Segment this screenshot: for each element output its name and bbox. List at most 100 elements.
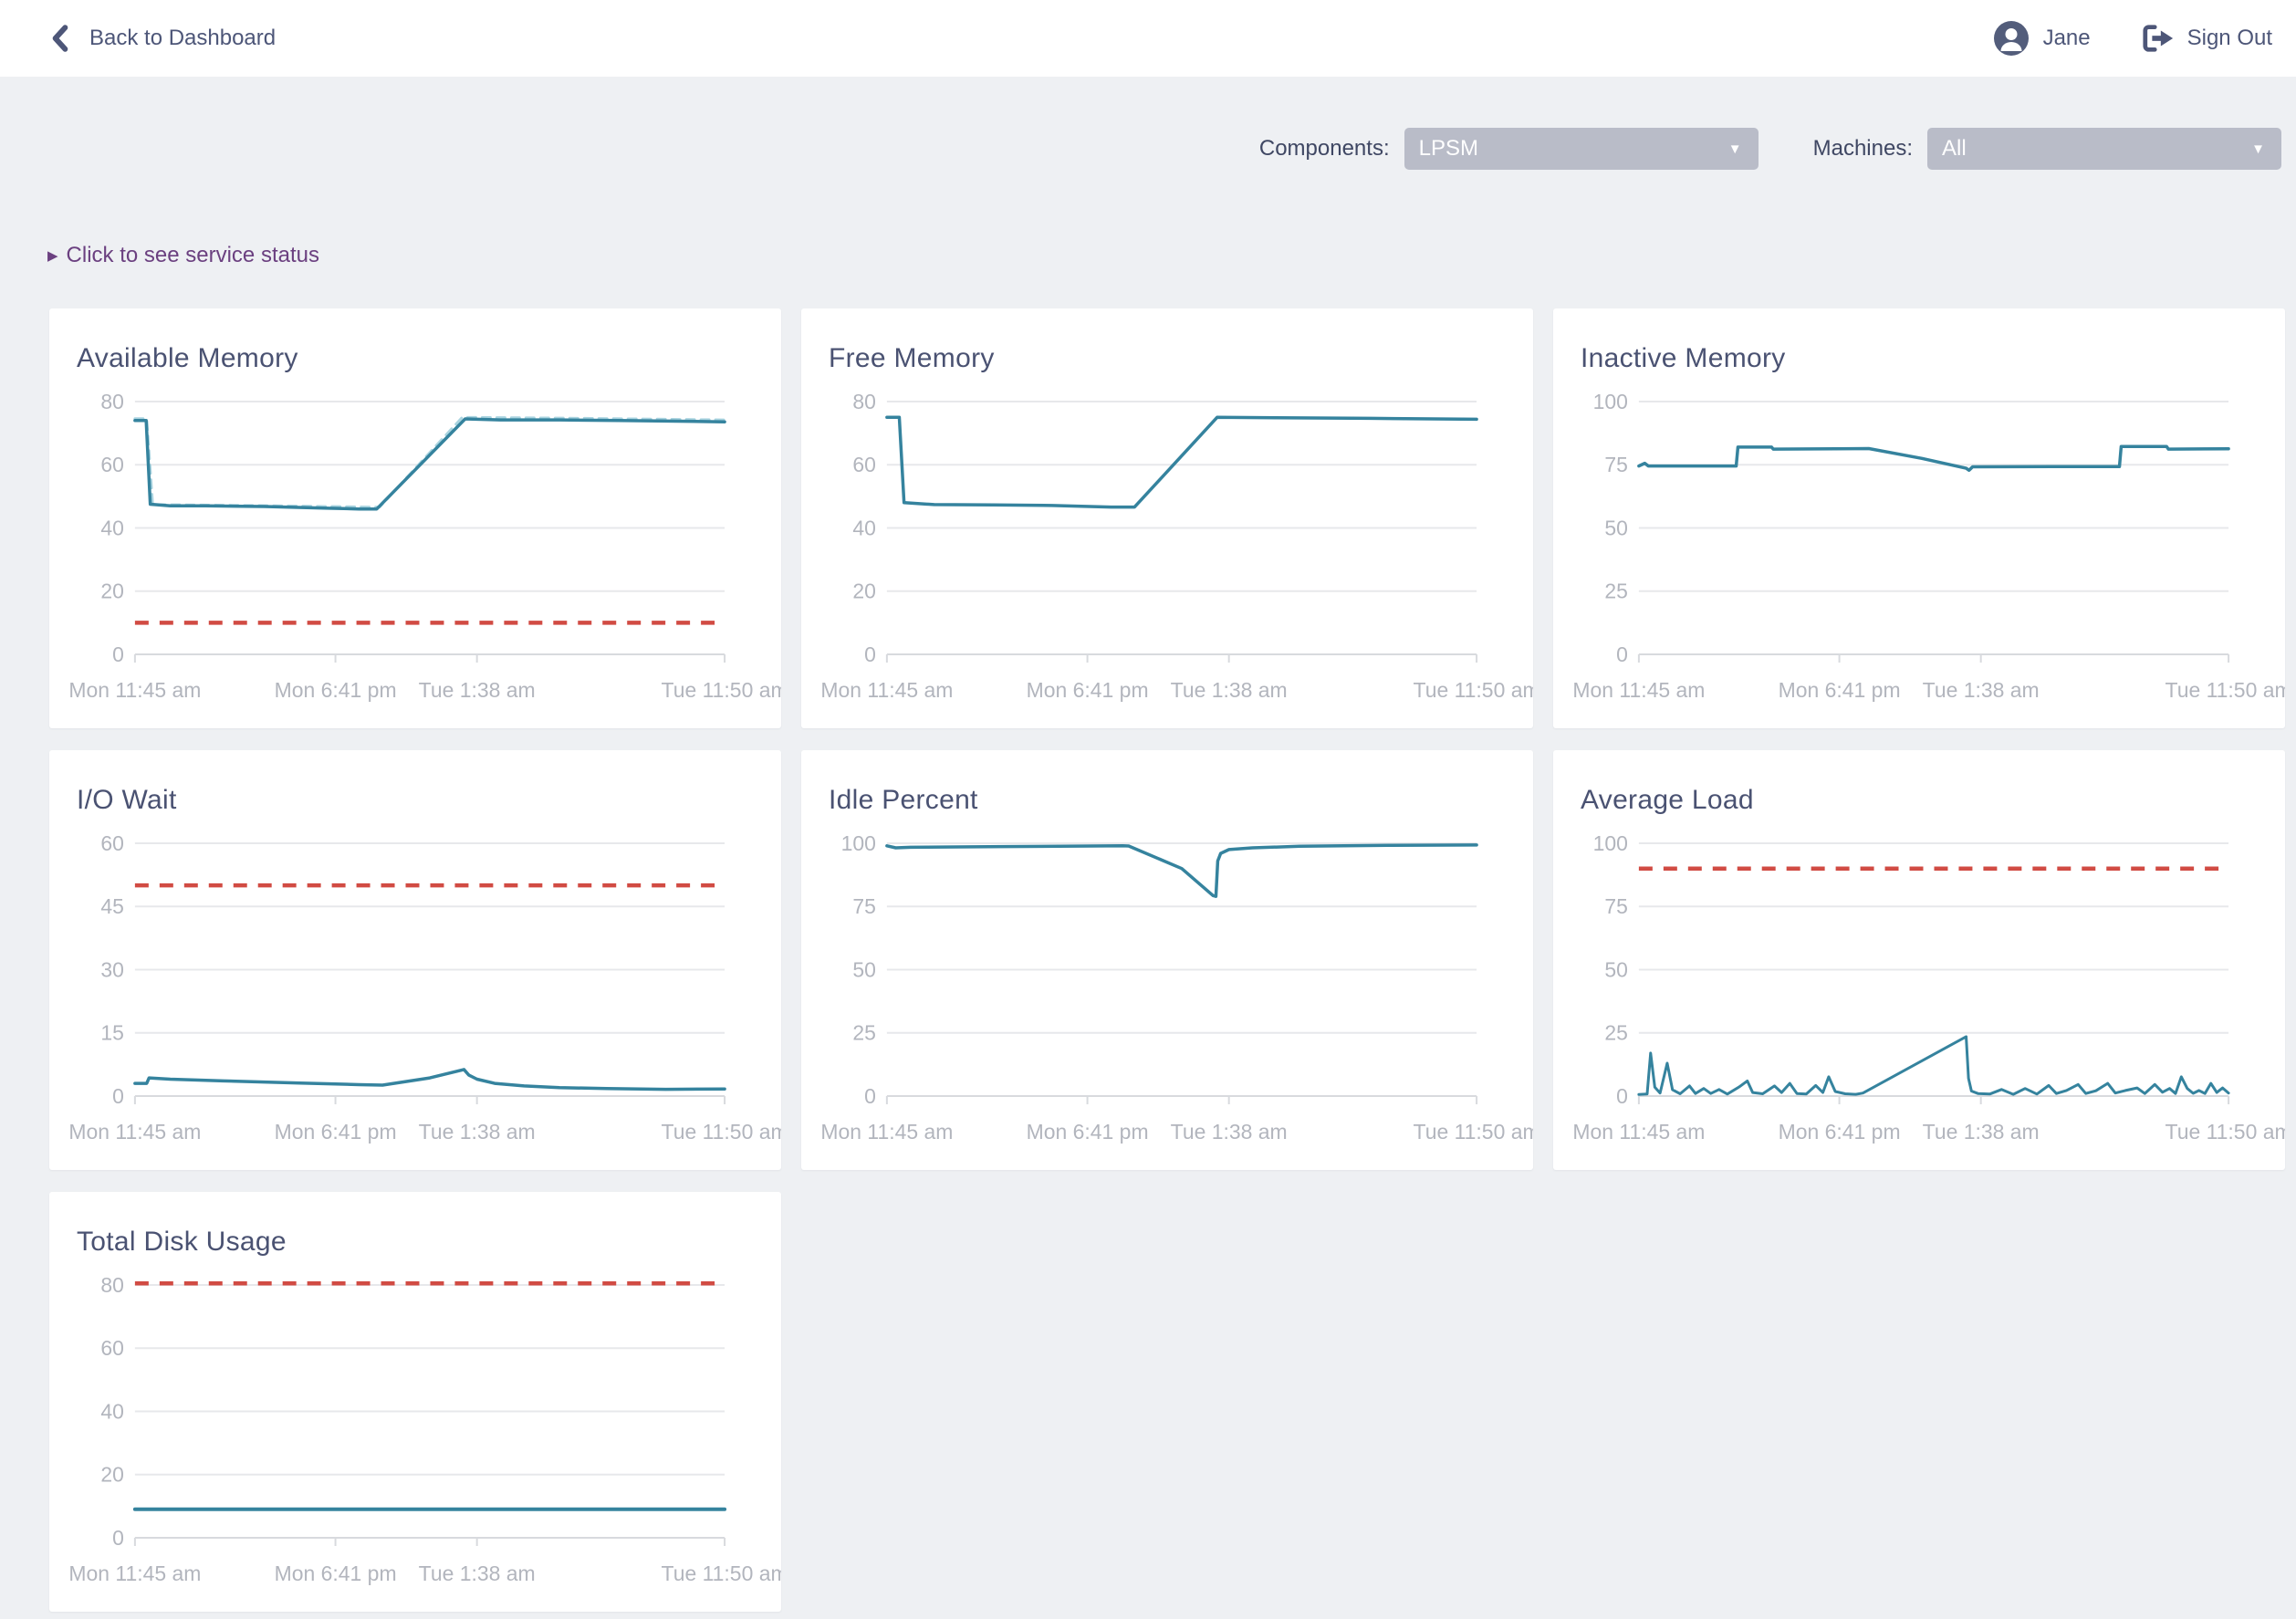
svg-text:0: 0 <box>1616 1084 1628 1108</box>
svg-text:Tue 11:50 am: Tue 11:50 am <box>662 678 781 702</box>
chart-canvas: 020406080Mon 11:45 amMon 6:41 pmTue 1:38… <box>49 1192 781 1612</box>
chart-card: Idle Percent0255075100Mon 11:45 amMon 6:… <box>801 750 1533 1170</box>
chart-card: Total Disk Usage020406080Mon 11:45 amMon… <box>49 1192 781 1612</box>
svg-text:Mon 6:41 pm: Mon 6:41 pm <box>1027 678 1149 702</box>
svg-text:Tue 11:50 am: Tue 11:50 am <box>1414 1120 1533 1144</box>
svg-text:75: 75 <box>1604 894 1628 918</box>
components-filter-group: Components: LPSM ▼ <box>1259 128 1759 170</box>
svg-text:Tue 11:50 am: Tue 11:50 am <box>662 1120 781 1144</box>
svg-text:40: 40 <box>852 516 876 539</box>
svg-text:15: 15 <box>100 1021 124 1045</box>
sign-out-button[interactable]: Sign Out <box>2142 23 2272 54</box>
triangle-right-icon: ▶ <box>47 249 58 263</box>
charts-grid: Available Memory020406080Mon 11:45 amMon… <box>49 308 2285 1612</box>
user-name: Jane <box>2043 26 2091 51</box>
chart-canvas: 0 25 50 75 100 Mon 11:45 am Mon 6:41 pm Tue 1:3… <box>1553 750 2285 1170</box>
svg-text:25: 25 <box>852 1021 876 1045</box>
svg-text:0: 0 <box>112 1084 124 1108</box>
svg-text:80: 80 <box>100 390 124 413</box>
svg-text:Tue 1:38 am: Tue 1:38 am <box>1171 678 1288 702</box>
components-dropdown-value: LPSM <box>1419 136 1478 162</box>
svg-text:Mon 6:41 pm: Mon 6:41 pm <box>1779 678 1901 702</box>
svg-text:75: 75 <box>1604 453 1628 476</box>
machines-dropdown[interactable]: All ▼ <box>1927 128 2281 170</box>
machines-label: Machines: <box>1813 136 1913 162</box>
series-primary-machine <box>1639 1037 2228 1094</box>
svg-text:Mon 11:45 am: Mon 11:45 am <box>68 1120 201 1144</box>
service-status-toggle[interactable]: ▶ Click to see service status <box>47 243 319 268</box>
svg-text:100: 100 <box>1593 831 1628 855</box>
svg-text:20: 20 <box>852 580 876 603</box>
app-header: Back to Dashboard Jane Sign Out <box>0 0 2296 77</box>
chevron-down-icon: ▼ <box>2251 141 2265 157</box>
svg-text:Mon 6:41 pm: Mon 6:41 pm <box>275 1562 397 1585</box>
svg-text:Mon 11:45 am: Mon 11:45 am <box>1572 1120 1705 1144</box>
svg-text:30: 30 <box>100 957 124 981</box>
series-secondary-machine <box>135 417 725 507</box>
chart-canvas: 020406080Mon 11:45 amMon 6:41 pmTue 1:38… <box>49 308 781 728</box>
machines-filter-group: Machines: All ▼ <box>1813 128 2281 170</box>
back-to-dashboard-button[interactable]: Back to Dashboard <box>49 25 276 52</box>
svg-text:45: 45 <box>100 894 124 918</box>
svg-text:Tue 11:50 am: Tue 11:50 am <box>2166 678 2285 702</box>
svg-text:0: 0 <box>1616 642 1628 666</box>
svg-text:Tue 11:50 am: Tue 11:50 am <box>662 1562 781 1585</box>
svg-text:Mon 6:41 pm: Mon 6:41 pm <box>1027 1120 1149 1144</box>
svg-text:Tue 1:38 am: Tue 1:38 am <box>419 1562 536 1585</box>
svg-text:Mon 11:45 am: Mon 11:45 am <box>820 678 953 702</box>
svg-text:Tue 11:50 am: Tue 11:50 am <box>2166 1120 2285 1144</box>
chevron-down-icon: ▼ <box>1728 141 1742 157</box>
svg-text:50: 50 <box>1604 516 1628 539</box>
svg-text:60: 60 <box>852 453 876 476</box>
svg-text:0: 0 <box>112 1526 124 1550</box>
components-dropdown[interactable]: LPSM ▼ <box>1404 128 1759 170</box>
svg-text:20: 20 <box>100 580 124 603</box>
svg-text:Mon 11:45 am: Mon 11:45 am <box>68 1562 201 1585</box>
svg-text:60: 60 <box>100 453 124 476</box>
svg-text:80: 80 <box>100 1273 124 1297</box>
svg-text:Tue 1:38 am: Tue 1:38 am <box>1923 678 2040 702</box>
user-avatar-icon <box>1994 21 2029 56</box>
svg-text:Mon 11:45 am: Mon 11:45 am <box>820 1120 953 1144</box>
svg-text:Tue 11:50 am: Tue 11:50 am <box>1414 678 1533 702</box>
components-label: Components: <box>1259 136 1390 162</box>
user-chip[interactable]: Jane <box>1994 21 2091 56</box>
series-primary-machine <box>887 417 1477 507</box>
chevron-left-icon <box>49 25 71 52</box>
svg-text:100: 100 <box>1593 390 1628 413</box>
chart-card: Average Load0255075100Mon 11:45 amMon 6:… <box>1553 750 2285 1170</box>
svg-text:50: 50 <box>1604 957 1628 981</box>
svg-text:Mon 11:45 am: Mon 11:45 am <box>1572 678 1705 702</box>
chart-card: Available Memory020406080Mon 11:45 amMon… <box>49 308 781 728</box>
svg-text:100: 100 <box>841 831 876 855</box>
chart-card: I/O Wait015304560Mon 11:45 amMon 6:41 pm… <box>49 750 781 1170</box>
chart-canvas: 0 20 40 60 80 Mon 11:45 am Mon 6:41 pm Tue 1:38… <box>801 308 1533 728</box>
svg-text:Mon 6:41 pm: Mon 6:41 pm <box>275 1120 397 1144</box>
service-status-label: Click to see service status <box>67 243 319 268</box>
svg-text:25: 25 <box>1604 1021 1628 1045</box>
svg-text:0: 0 <box>864 642 876 666</box>
svg-text:80: 80 <box>852 390 876 413</box>
svg-text:40: 40 <box>100 516 124 539</box>
chart-canvas: 0 25 50 75 100 Mon 11:45 am Mon 6:41 pm Tue 1:3… <box>1553 308 2285 728</box>
sign-out-label: Sign Out <box>2187 26 2272 51</box>
svg-text:Tue 1:38 am: Tue 1:38 am <box>1171 1120 1288 1144</box>
chart-card: Inactive Memory0255075100Mon 11:45 amMon… <box>1553 308 2285 728</box>
back-to-dashboard-label: Back to Dashboard <box>89 26 276 51</box>
sign-out-icon <box>2142 23 2175 54</box>
svg-text:Tue 1:38 am: Tue 1:38 am <box>419 678 536 702</box>
filter-controls: Components: LPSM ▼ Machines: All ▼ <box>0 128 2296 170</box>
svg-text:Tue 1:38 am: Tue 1:38 am <box>419 1120 536 1144</box>
series-primary-machine <box>135 1070 725 1090</box>
svg-text:60: 60 <box>100 831 124 855</box>
chart-canvas: 0255075100Mon 11:45 amMon 6:41 pmTue 1:3… <box>801 750 1533 1170</box>
svg-text:0: 0 <box>864 1084 876 1108</box>
chart-card: Free Memory020406080Mon 11:45 amMon 6:41… <box>801 308 1533 728</box>
svg-text:25: 25 <box>1604 580 1628 603</box>
chart-canvas: 0 15 30 45 60 Mon 11:45 am Mon 6:41 pm Tue 1:38… <box>49 750 781 1170</box>
svg-text:60: 60 <box>100 1336 124 1360</box>
svg-text:Mon 6:41 pm: Mon 6:41 pm <box>1779 1120 1901 1144</box>
svg-text:Tue 1:38 am: Tue 1:38 am <box>1923 1120 2040 1144</box>
series-primary-machine <box>887 845 1477 896</box>
svg-text:0: 0 <box>112 642 124 666</box>
